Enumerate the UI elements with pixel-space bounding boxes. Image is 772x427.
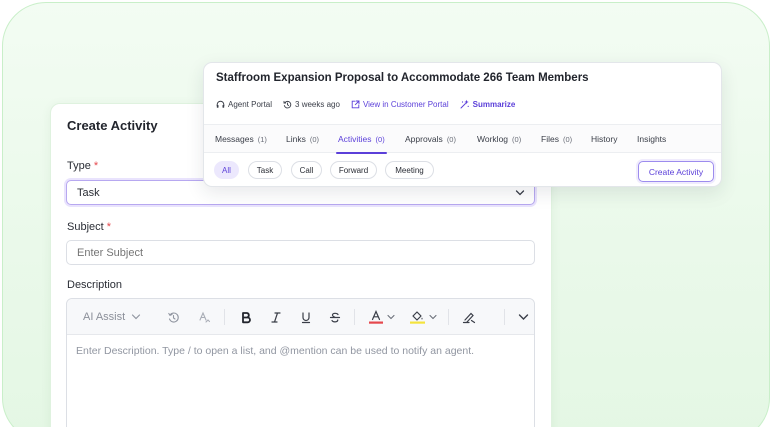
reset-icon[interactable]: [164, 299, 182, 335]
tab-count: (0): [512, 134, 522, 144]
panel-title: Create Activity: [67, 118, 158, 133]
text-color-button[interactable]: [365, 299, 399, 335]
headset-icon: [216, 100, 225, 108]
tab-history[interactable]: History: [591, 125, 617, 153]
tab-label: Messages: [215, 134, 254, 144]
history-icon: [283, 100, 292, 108]
filter-chip-all[interactable]: All: [214, 161, 239, 179]
tab-count: (0): [375, 134, 385, 144]
tab-label: Activities: [338, 134, 372, 144]
underline-icon[interactable]: [297, 299, 315, 335]
bold-icon[interactable]: [237, 299, 255, 335]
view-customer-portal-label: View in Customer Portal: [362, 99, 449, 109]
summarize-button[interactable]: Summarize: [460, 99, 516, 109]
highlight-button[interactable]: [406, 299, 440, 335]
highlight-icon: [409, 311, 425, 324]
ticket-tabs: Messages (1) Links (0) Activities (0) Ap…: [204, 124, 721, 154]
description-editor[interactable]: AI Assist Enter Description. Type / to o…: [66, 298, 535, 427]
ai-assist-dropdown[interactable]: AI Assist: [83, 299, 141, 335]
tab-label: Approvals: [405, 134, 443, 144]
meta-portal-label: Agent Portal: [228, 99, 273, 109]
type-label-text: Type: [67, 160, 91, 172]
tab-label: Insights: [637, 134, 667, 144]
tab-links[interactable]: Links (0): [286, 125, 319, 153]
external-link-icon: [351, 100, 360, 108]
sparkle-icon: [460, 99, 469, 109]
editor-toolbar: AI Assist: [67, 299, 534, 335]
subject-label-text: Subject: [67, 221, 104, 233]
chevron-down-icon: [428, 314, 437, 320]
type-label: Type *: [67, 160, 98, 172]
create-activity-button[interactable]: Create Activity: [638, 161, 714, 182]
required-marker: *: [93, 160, 99, 172]
tab-label: Files: [541, 134, 559, 144]
required-marker: *: [106, 221, 112, 233]
description-label: Description: [67, 279, 123, 291]
tab-messages[interactable]: Messages (1): [215, 125, 267, 153]
summarize-label: Summarize: [472, 99, 516, 109]
text-color-icon: [369, 310, 383, 324]
tab-count: (0): [446, 134, 456, 144]
tab-count: (0): [309, 134, 320, 144]
subject-input[interactable]: [66, 240, 535, 265]
meta-time: 3 weeks ago: [283, 100, 340, 109]
toolbar-divider: [448, 309, 449, 325]
spellcheck-icon[interactable]: [195, 299, 213, 335]
filter-chip-meeting[interactable]: Meeting: [385, 161, 434, 179]
tab-label: Links: [286, 134, 306, 144]
toolbar-divider: [354, 309, 355, 325]
toolbar-divider: [224, 309, 225, 325]
view-customer-portal-link[interactable]: View in Customer Portal: [351, 100, 449, 109]
chevron-down-icon: [132, 314, 141, 320]
ticket-title: Staffroom Expansion Proposal to Accommod…: [216, 72, 589, 84]
strikethrough-icon[interactable]: [326, 299, 344, 335]
type-select-value: Task: [77, 187, 100, 199]
clear-format-icon[interactable]: [460, 299, 478, 335]
tab-count: (0): [562, 134, 573, 144]
tab-worklog[interactable]: Worklog (0): [477, 125, 521, 153]
tab-approvals[interactable]: Approvals (0): [405, 125, 456, 153]
tab-activities[interactable]: Activities (0): [336, 125, 387, 154]
subject-label: Subject *: [67, 221, 111, 233]
tab-label: History: [591, 134, 618, 144]
expand-chevron-icon[interactable]: [514, 299, 532, 335]
tab-insights[interactable]: Insights: [637, 125, 666, 153]
italic-icon[interactable]: [267, 299, 285, 335]
tab-label: Worklog: [477, 134, 509, 144]
ai-assist-label: AI Assist: [83, 311, 126, 323]
filter-chip-call[interactable]: Call: [291, 161, 322, 179]
description-placeholder: Enter Description. Type / to open a list…: [76, 345, 475, 357]
ticket-card: Staffroom Expansion Proposal to Accommod…: [203, 62, 722, 187]
meta-portal: Agent Portal: [216, 100, 272, 109]
tab-count: (1): [257, 134, 267, 144]
meta-time-label: 3 weeks ago: [295, 99, 340, 109]
ticket-meta: Agent Portal 3 weeks ago View in Custome…: [216, 98, 526, 110]
toolbar-divider: [504, 309, 505, 325]
chevron-down-icon: [515, 190, 525, 196]
chevron-down-icon: [387, 314, 395, 320]
filter-chip-forward[interactable]: Forward: [330, 161, 377, 179]
filter-chip-task[interactable]: Task: [248, 161, 282, 179]
tab-files[interactable]: Files (0): [541, 125, 572, 153]
